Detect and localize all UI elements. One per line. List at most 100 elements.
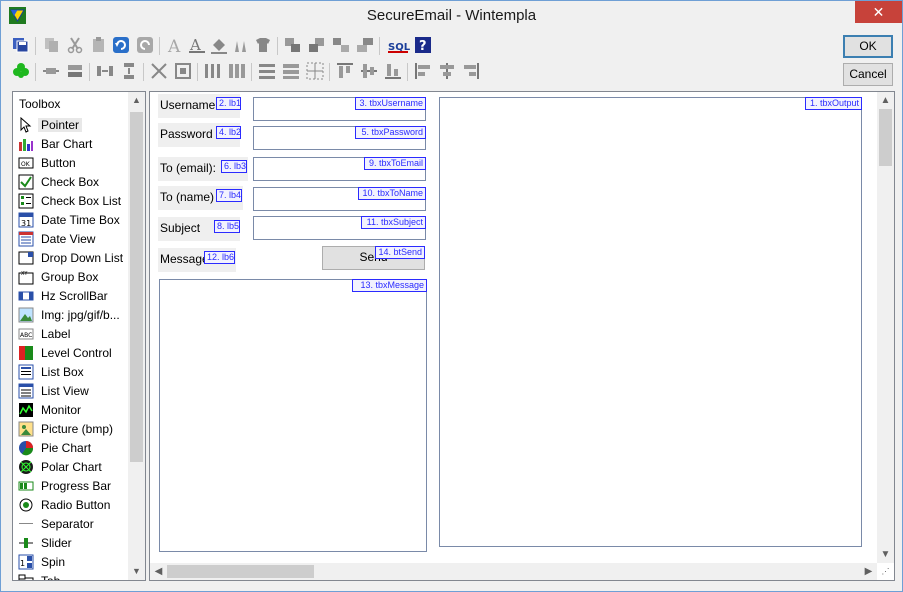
toolbox-item-slider[interactable]: Slider	[13, 534, 129, 553]
tab-icon	[18, 573, 34, 580]
group-box-icon: XY	[18, 269, 34, 285]
toolbox-item-group-box[interactable]: XY Group Box	[13, 268, 129, 287]
rows-icon[interactable]	[257, 61, 277, 81]
toolbox-item-bar-chart[interactable]: Bar Chart	[13, 135, 129, 154]
tag-bt-send: 14. btSend	[375, 246, 425, 259]
space-h-icon[interactable]	[95, 61, 115, 81]
pointer-icon	[18, 116, 34, 133]
toolbox-item-date-view[interactable]: Date View	[13, 230, 129, 249]
toolbox-item-list-view[interactable]: List View	[13, 382, 129, 401]
tag-tbx-to-name: 10. tbxToName	[358, 187, 426, 200]
toolbox-item-polar-chart[interactable]: Polar Chart	[13, 458, 129, 477]
toolbox-item-label: Pointer	[38, 118, 83, 132]
toolbox-item-label: List Box	[41, 365, 84, 379]
design-canvas[interactable]: Username 2. lb1 3. tbxUsername Password …	[149, 91, 895, 581]
send-back-icon[interactable]	[307, 35, 327, 55]
toolbox-item-label: Separator	[41, 517, 94, 531]
canvas-hscroll-thumb[interactable]	[167, 565, 314, 578]
toolbox-item-progress-bar[interactable]: Progress Bar	[13, 477, 129, 496]
toolbox-item-tab[interactable]: Tab	[13, 572, 129, 580]
canvas-horizontal-scrollbar[interactable]: ◀ ▶	[150, 563, 877, 580]
canvas-vscroll-thumb[interactable]	[879, 109, 892, 166]
redo-icon[interactable]	[135, 35, 155, 55]
toolbox-item-picture[interactable]: Picture (bmp)	[13, 420, 129, 439]
align-top-icon[interactable]	[335, 61, 355, 81]
slider-icon	[18, 535, 34, 551]
align-left-icon[interactable]	[413, 61, 433, 81]
toolbox-item-label: Drop Down List	[41, 251, 124, 265]
center-horizontal-icon[interactable]	[41, 61, 61, 81]
brush-icon[interactable]	[231, 35, 251, 55]
canvas-vertical-scrollbar[interactable]: ▲ ▼	[877, 92, 894, 563]
canvas-scroll-left-icon[interactable]: ◀	[150, 563, 167, 580]
toolbox-item-button[interactable]: OK Button	[13, 154, 129, 173]
font-color-icon[interactable]: A	[187, 35, 207, 55]
tag-lb1: 2. lb1	[216, 97, 241, 110]
toolbox-scrollbar[interactable]: ▲ ▼	[128, 92, 145, 580]
close-window-button[interactable]: ✕	[855, 1, 902, 23]
monitor-icon	[18, 402, 34, 418]
sql-icon[interactable]: SQL	[387, 35, 411, 55]
ok-button[interactable]: OK	[843, 35, 893, 58]
cancel-button[interactable]: Cancel	[843, 63, 893, 86]
toolbox-item-date-time-box[interactable]: 31 Date Time Box	[13, 211, 129, 230]
font-icon[interactable]: A	[165, 35, 185, 57]
toolbox-item-label[interactable]: ABC Label	[13, 325, 129, 344]
undo-icon[interactable]	[111, 35, 131, 55]
help-icon[interactable]: ?	[413, 35, 433, 55]
bring-front-icon[interactable]	[283, 35, 303, 55]
canvas-scroll-up-icon[interactable]: ▲	[877, 92, 894, 109]
columns-icon[interactable]	[203, 61, 223, 81]
toolbox-item-monitor[interactable]: Monitor	[13, 401, 129, 420]
toolbox-item-label: Pie Chart	[41, 441, 92, 455]
toolbox-item-pointer[interactable]: Pointer	[13, 116, 129, 135]
toolbox-item-list-box[interactable]: List Box	[13, 363, 129, 382]
toolbox-scroll-thumb[interactable]	[130, 112, 143, 462]
rows2-icon[interactable]	[281, 61, 301, 81]
scroll-up-icon[interactable]: ▲	[128, 92, 145, 109]
tag-tbx-password: 5. tbxPassword	[355, 126, 426, 139]
ungroup-icon[interactable]	[355, 35, 375, 55]
shirt-icon[interactable]	[253, 35, 273, 55]
align-right-icon[interactable]	[461, 61, 481, 81]
drop-down-list-icon	[18, 250, 34, 266]
size-grow-icon[interactable]	[149, 61, 169, 81]
size-shrink-icon[interactable]	[173, 61, 193, 81]
toolbox-item-hz-scrollbar[interactable]: Hz ScrollBar	[13, 287, 129, 306]
toolbox-item-label: Monitor	[41, 403, 82, 417]
fill-color-icon[interactable]	[209, 35, 229, 55]
toolbox-item-pie-chart[interactable]: Pie Chart	[13, 439, 129, 458]
svg-text:OK: OK	[21, 161, 31, 168]
canvas-scroll-right-icon[interactable]: ▶	[860, 563, 877, 580]
align-center-icon[interactable]	[437, 61, 457, 81]
align-middle-icon[interactable]	[359, 61, 379, 81]
columns2-icon[interactable]	[227, 61, 247, 81]
canvas-scroll-down-icon[interactable]: ▼	[877, 546, 894, 563]
toolbox-item-label: Img: jpg/gif/b...	[41, 308, 120, 322]
save-all-icon[interactable]	[11, 35, 31, 55]
toolbox-item-drop-down-list[interactable]: Drop Down List	[13, 249, 129, 268]
toolbox-item-label: Spin	[41, 555, 66, 569]
output-textarea[interactable]	[439, 97, 862, 547]
toolbox-item-label: Polar Chart	[41, 460, 102, 474]
group-icon[interactable]	[331, 35, 351, 55]
space-v-icon[interactable]	[119, 61, 139, 81]
shamrock-icon[interactable]	[11, 61, 31, 81]
toolbox-item-level-control[interactable]: Level Control	[13, 344, 129, 363]
toolbox-item-label: Progress Bar	[41, 479, 112, 493]
copy-icon[interactable]	[41, 35, 61, 55]
scroll-down-icon[interactable]: ▼	[128, 563, 145, 580]
toolbox-item-image[interactable]: Img: jpg/gif/b...	[13, 306, 129, 325]
grid-icon[interactable]	[305, 61, 325, 81]
toolbox-item-spin[interactable]: 1 Spin	[13, 553, 129, 572]
cut-icon[interactable]	[65, 35, 85, 55]
size-grip-icon[interactable]: ⋰	[877, 563, 894, 580]
align-bottom-icon[interactable]	[383, 61, 403, 81]
toolbox-item-check-box[interactable]: Check Box	[13, 173, 129, 192]
paste-icon[interactable]	[89, 35, 109, 55]
toolbox-item-check-box-list[interactable]: Check Box List	[13, 192, 129, 211]
toolbox-item-radio-button[interactable]: Radio Button	[13, 496, 129, 515]
center-vertical-icon[interactable]	[65, 61, 85, 81]
toolbox-item-separator[interactable]: Separator	[13, 515, 129, 534]
message-textarea[interactable]	[159, 279, 427, 552]
